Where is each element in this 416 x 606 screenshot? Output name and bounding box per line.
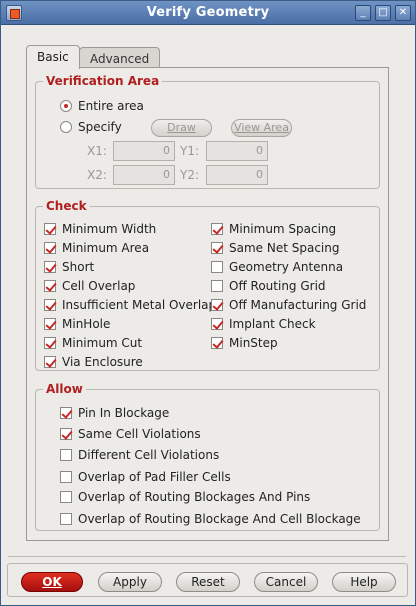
y1-label: Y1: [180, 144, 200, 158]
x2-input[interactable]: 0 [113, 165, 175, 185]
minhole-checkbox[interactable] [44, 318, 56, 330]
off-routing-grid-label: Off Routing Grid [229, 279, 326, 293]
view-area-button[interactable]: View Area [231, 119, 292, 137]
check-minhole[interactable]: MinHole [44, 317, 110, 331]
minstep-checkbox[interactable] [211, 337, 223, 349]
cancel-button[interactable]: Cancel [254, 572, 318, 592]
apply-button[interactable]: Apply [98, 572, 162, 592]
ok-button[interactable]: OK [21, 572, 83, 592]
minhole-label: MinHole [62, 317, 111, 331]
draw-button[interactable]: Draw [151, 119, 212, 137]
minimum-area-checkbox[interactable] [44, 242, 56, 254]
overlap-routing-blockages-pins-checkbox[interactable] [60, 491, 72, 503]
cell-overlap-checkbox[interactable] [44, 280, 56, 292]
reset-button[interactable]: Reset [176, 572, 240, 592]
allow-same-cell-violations[interactable]: Same Cell Violations [60, 427, 201, 441]
allow-overlap-pad-filler[interactable]: Overlap of Pad Filler Cells [60, 470, 231, 484]
overlap-pad-filler-checkbox[interactable] [60, 471, 72, 483]
x1-input[interactable]: 0 [113, 141, 175, 161]
check-minimum-spacing[interactable]: Minimum Spacing [211, 222, 336, 236]
check-minstep[interactable]: MinStep [211, 336, 278, 350]
via-enclosure-label: Via Enclosure [62, 355, 143, 369]
geometry-antenna-label: Geometry Antenna [229, 260, 344, 274]
close-icon[interactable]: ✕ [395, 5, 411, 21]
overlap-pad-filler-label: Overlap of Pad Filler Cells [78, 470, 231, 484]
minimum-spacing-checkbox[interactable] [211, 223, 223, 235]
specify-radio-row[interactable]: Specify [60, 120, 122, 134]
check-off-routing-grid[interactable]: Off Routing Grid [211, 279, 326, 293]
window-title: Verify Geometry [146, 5, 270, 20]
overlap-routing-cell-blockage-label: Overlap of Routing Blockage And Cell Blo… [78, 512, 361, 526]
check-via-enclosure[interactable]: Via Enclosure [44, 355, 143, 369]
specify-label: Specify [78, 120, 122, 134]
allow-different-cell-violations[interactable]: Different Cell Violations [60, 448, 219, 462]
maximize-icon[interactable]: □ [375, 5, 391, 21]
minimum-width-label: Minimum Width [62, 222, 157, 236]
different-cell-violations-label: Different Cell Violations [78, 448, 220, 462]
same-net-spacing-label: Same Net Spacing [229, 241, 340, 255]
allow-pin-in-blockage[interactable]: Pin In Blockage [60, 406, 169, 420]
check-minimum-area[interactable]: Minimum Area [44, 241, 149, 255]
minimum-spacing-label: Minimum Spacing [229, 222, 337, 236]
short-label: Short [62, 260, 95, 274]
check-short[interactable]: Short [44, 260, 94, 274]
cell-overlap-label: Cell Overlap [62, 279, 136, 293]
minimum-area-label: Minimum Area [62, 241, 150, 255]
minimum-cut-label: Minimum Cut [62, 336, 143, 350]
minimum-cut-checkbox[interactable] [44, 337, 56, 349]
entire-area-label: Entire area [78, 99, 144, 113]
pin-in-blockage-checkbox[interactable] [60, 407, 72, 419]
minstep-label: MinStep [229, 336, 278, 350]
allow-overlap-routing-blockages-pins[interactable]: Overlap of Routing Blockages And Pins [60, 490, 310, 504]
tab-panel-basic: Verification Area Entire area Specify Dr… [26, 67, 389, 541]
x2-label: X2: [87, 168, 107, 182]
title-bar[interactable]: Verify Geometry _ □ ✕ [1, 1, 415, 25]
off-manufacturing-grid-label: Off Manufacturing Grid [229, 298, 367, 312]
check-same-net-spacing[interactable]: Same Net Spacing [211, 241, 339, 255]
same-cell-violations-label: Same Cell Violations [78, 427, 201, 441]
minimum-width-checkbox[interactable] [44, 223, 56, 235]
specify-radio[interactable] [60, 121, 72, 133]
check-implant-check[interactable]: Implant Check [211, 317, 316, 331]
verification-area-title: Verification Area [43, 74, 163, 88]
minimize-icon[interactable]: _ [355, 5, 371, 21]
entire-area-radio[interactable] [60, 100, 72, 112]
tab-basic[interactable]: Basic [26, 45, 80, 69]
off-routing-grid-checkbox[interactable] [211, 280, 223, 292]
short-checkbox[interactable] [44, 261, 56, 273]
pin-in-blockage-label: Pin In Blockage [78, 406, 170, 420]
help-button[interactable]: Help [332, 572, 396, 592]
check-off-manufacturing-grid[interactable]: Off Manufacturing Grid [211, 298, 366, 312]
insufficient-metal-overlap-label: Insufficient Metal Overlap [62, 298, 217, 312]
same-net-spacing-checkbox[interactable] [211, 242, 223, 254]
check-cell-overlap[interactable]: Cell Overlap [44, 279, 135, 293]
implant-check-label: Implant Check [229, 317, 316, 331]
insufficient-metal-overlap-checkbox[interactable] [44, 299, 56, 311]
allow-overlap-routing-cell-blockage[interactable]: Overlap of Routing Blockage And Cell Blo… [60, 512, 361, 526]
check-minimum-cut[interactable]: Minimum Cut [44, 336, 142, 350]
allow-title: Allow [43, 382, 86, 396]
check-insufficient-metal-overlap[interactable]: Insufficient Metal Overlap [44, 298, 216, 312]
x1-label: X1: [87, 144, 107, 158]
off-manufacturing-grid-checkbox[interactable] [211, 299, 223, 311]
y1-input[interactable]: 0 [206, 141, 268, 161]
same-cell-violations-checkbox[interactable] [60, 428, 72, 440]
separator [8, 556, 406, 557]
implant-check-checkbox[interactable] [211, 318, 223, 330]
check-geometry-antenna[interactable]: Geometry Antenna [211, 260, 343, 274]
entire-area-radio-row[interactable]: Entire area [60, 99, 144, 113]
y2-input[interactable]: 0 [206, 165, 268, 185]
y2-label: Y2: [180, 168, 200, 182]
check-title: Check [43, 199, 90, 213]
check-minimum-width[interactable]: Minimum Width [44, 222, 156, 236]
overlap-routing-blockages-pins-label: Overlap of Routing Blockages And Pins [78, 490, 311, 504]
via-enclosure-checkbox[interactable] [44, 356, 56, 368]
different-cell-violations-checkbox[interactable] [60, 449, 72, 461]
geometry-antenna-checkbox[interactable] [211, 261, 223, 273]
overlap-routing-cell-blockage-checkbox[interactable] [60, 513, 72, 525]
